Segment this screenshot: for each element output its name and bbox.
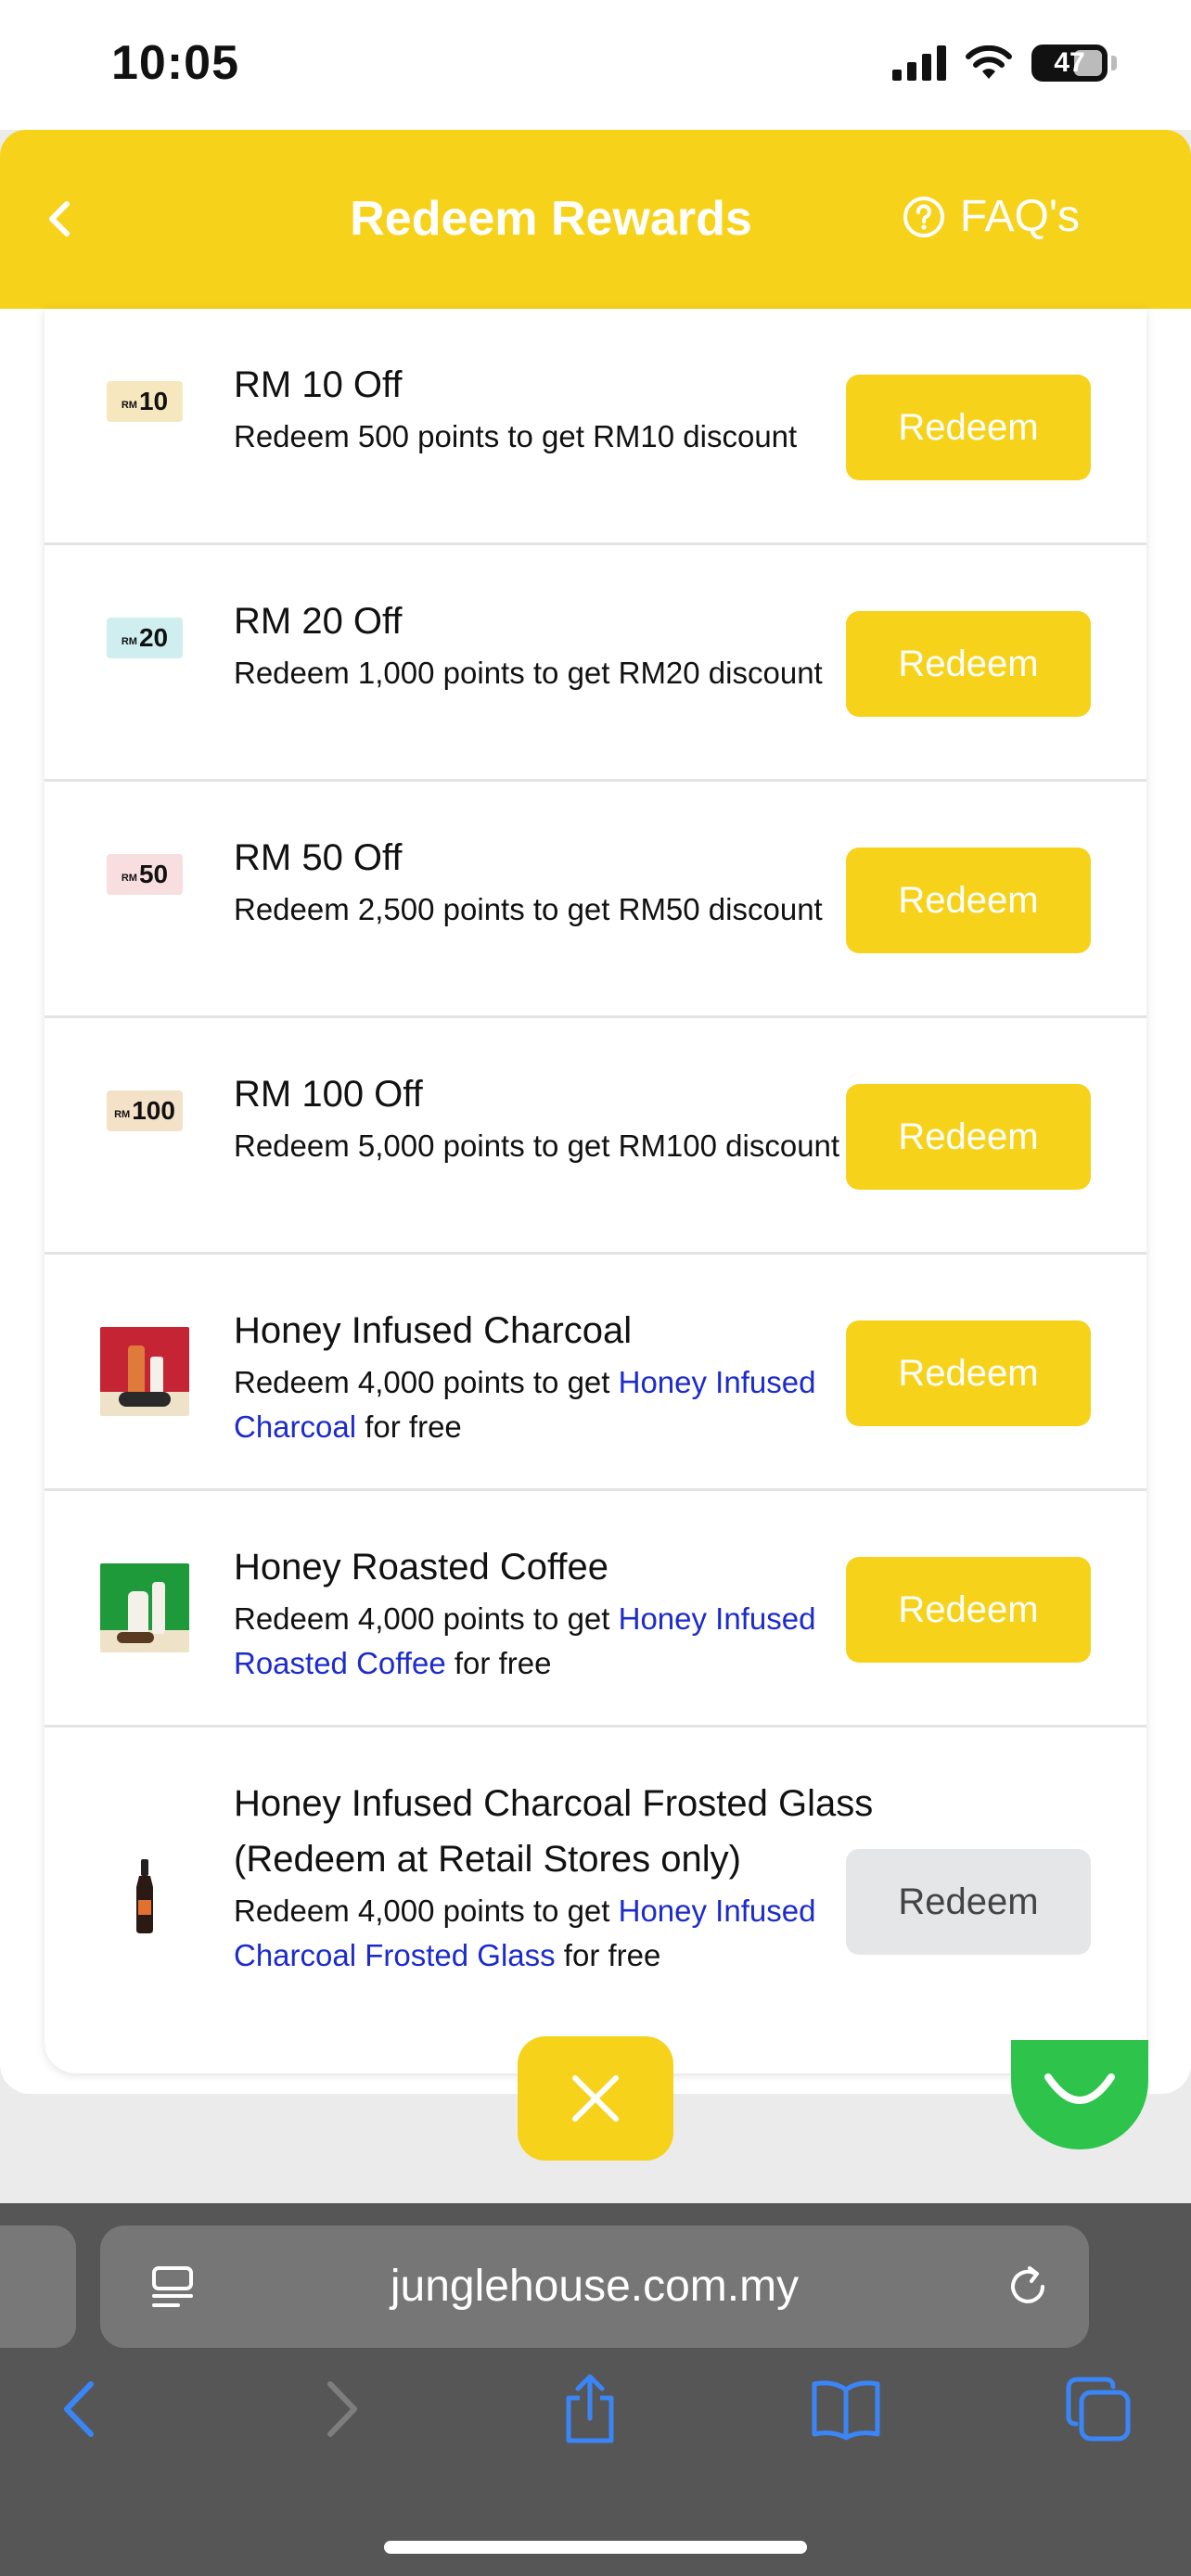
close-icon [572,2075,619,2122]
reward-title: Honey Infused Charcoal Frosted Glass (Re… [234,1783,874,1880]
reward-item-rm50: RM 50 RM 50 Off Redeem 2,500 points to ge… [45,782,1146,1018]
bookmarks-button[interactable] [807,2370,885,2448]
tabs-icon [1066,2377,1131,2442]
share-icon [566,2374,614,2443]
product-thumbnail [100,1859,189,1933]
home-indicator [384,2541,807,2554]
reward-description: Redeem 1,000 points to get RM20 discount [234,656,823,690]
reward-title: Honey Roasted Coffee [234,1547,608,1588]
reward-title: RM 10 Off [234,364,403,405]
whatsapp-chat-button[interactable] [1011,2040,1148,2149]
reward-title: RM 20 Off [234,601,403,642]
battery-icon: 47 [1031,45,1108,82]
bottle-image [136,1859,153,1933]
share-button[interactable] [551,2370,629,2448]
voucher-image: RM 100 [107,1090,183,1131]
redeem-button[interactable]: Redeem [846,611,1091,717]
faq-label: FAQ's [959,192,1080,241]
redeem-button[interactable]: Redeem [846,1084,1091,1190]
reward-description: Redeem 500 points to get RM10 discount [234,419,798,453]
status-icons: 47 [892,45,1117,82]
voucher-thumbnail: RM 100 [100,1090,189,1131]
reward-item-rm20: RM 20 RM 20 Off Redeem 1,000 points to ge… [45,545,1146,782]
reward-description: Redeem 4,000 points to get Honey Infused… [234,1601,816,1680]
product-image [100,1327,189,1416]
browser-back-button[interactable] [43,2370,121,2448]
previous-tab[interactable] [0,2225,76,2348]
product-thumbnail [100,1327,189,1416]
reward-description: Redeem 4,000 points to get Honey Infused… [234,1894,816,1972]
reward-description: Redeem 4,000 points to get Honey Infused… [234,1365,816,1444]
tabs-button[interactable] [1059,2370,1137,2448]
product-image [100,1563,189,1652]
redeem-button-disabled[interactable]: Redeem [846,1849,1091,1955]
close-button[interactable] [518,2036,673,2161]
reward-item-honey-charcoal: Honey Infused Charcoal Redeem 4,000 poin… [45,1255,1146,1491]
address-bar[interactable]: junglehouse.com.my [100,2225,1089,2348]
url-text: junglehouse.com.my [390,2262,800,2311]
battery-tip [1111,56,1117,70]
reward-title: RM 100 Off [234,1074,423,1115]
redeem-button[interactable]: Redeem [846,1320,1091,1426]
chevron-right-icon [327,2381,357,2437]
reward-item-honey-coffee: Honey Roasted Coffee Redeem 4,000 points… [45,1491,1146,1728]
cellular-signal-icon [892,45,946,81]
voucher-thumbnail: RM 50 [100,854,189,895]
reward-description: Redeem 2,500 points to get RM50 discount [234,892,823,926]
product-thumbnail [100,1563,189,1652]
rewards-list: RM 10 RM 10 Off Redeem 500 points to get … [45,309,1146,2073]
faq-link[interactable]: FAQ's [903,191,1080,242]
wifi-icon [966,45,1012,79]
status-time: 10:05 [111,36,239,90]
reward-title: RM 50 Off [234,837,403,878]
voucher-image: RM 50 [107,854,183,895]
redeem-button[interactable]: Redeem [846,375,1091,480]
reward-item-rm100: RM 100 RM 100 Off Redeem 5,000 points to … [45,1018,1146,1255]
reward-title: Honey Infused Charcoal [234,1310,633,1351]
status-bar: 10:05 47 [0,0,1191,130]
reload-icon[interactable] [1002,2261,1054,2313]
rewards-header: Redeem Rewards FAQ's [0,130,1191,309]
redeem-button[interactable]: Redeem [846,1557,1091,1663]
whatsapp-icon [1044,2073,1115,2104]
reward-item-rm10: RM 10 RM 10 Off Redeem 500 points to get … [45,309,1146,545]
browser-toolbar: junglehouse.com.my [0,2203,1191,2576]
browser-forward-button[interactable] [301,2370,378,2448]
voucher-thumbnail: RM 10 [100,381,189,422]
voucher-image: RM 20 [107,618,183,658]
help-circle-icon [903,196,944,237]
book-icon [812,2380,880,2441]
voucher-thumbnail: RM 20 [100,618,189,658]
reward-description: Redeem 5,000 points to get RM100 discoun… [234,1129,840,1163]
reward-item-frosted-glass: Honey Infused Charcoal Frosted Glass (Re… [45,1728,1146,2073]
voucher-image: RM 10 [107,381,183,422]
redeem-button[interactable]: Redeem [846,848,1091,953]
chevron-left-icon [64,2381,94,2437]
battery-level: 47 [1054,47,1085,78]
